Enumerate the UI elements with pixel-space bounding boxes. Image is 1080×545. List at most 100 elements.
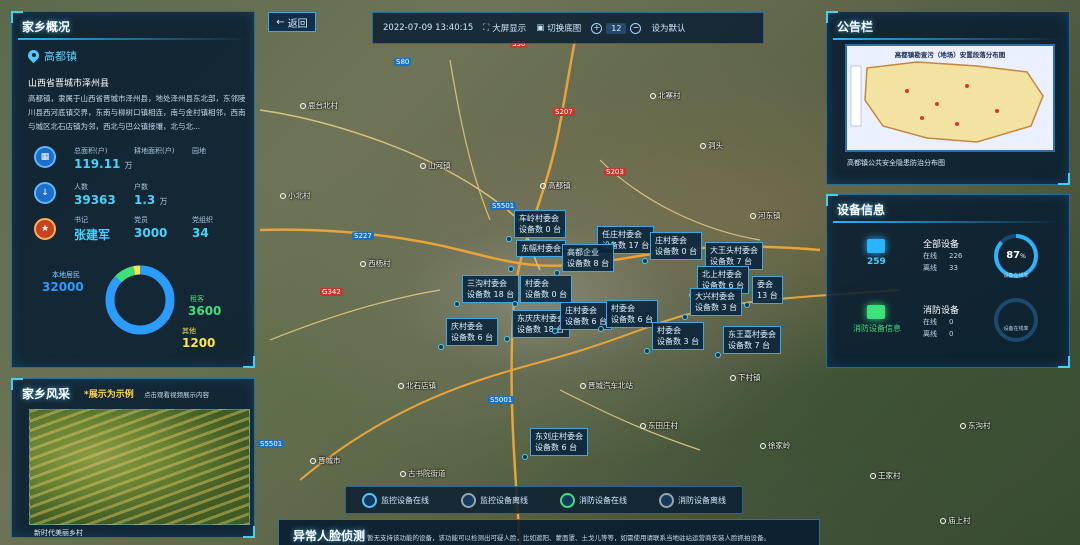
donut-value-other: 1200 bbox=[182, 336, 216, 350]
village-name: 高都企业 bbox=[567, 248, 599, 257]
legend-fire-offline[interactable]: 消防设备离线 bbox=[659, 492, 726, 508]
notice-map-image[interactable]: 高都镇勘查污（地场）安置段落分布图 bbox=[845, 44, 1055, 152]
arable-label: 耕地面积(户) bbox=[134, 147, 175, 155]
village-pin-icon[interactable] bbox=[552, 328, 558, 334]
village-name: 庄村委会 bbox=[565, 306, 597, 315]
fire-devices-label: 消防设备 bbox=[923, 306, 960, 316]
party-label: 党员 bbox=[134, 216, 148, 224]
village-pin-icon[interactable] bbox=[512, 301, 518, 307]
village-pin-icon[interactable] bbox=[504, 336, 510, 342]
village-marker[interactable]: 委会 13 台 bbox=[752, 276, 783, 304]
place-label: 西杨村 bbox=[360, 258, 391, 269]
village-marker[interactable]: 大兴村委会 设备数 3 台 bbox=[690, 288, 743, 316]
donut-value-local: 32000 bbox=[42, 280, 84, 294]
village-pin-icon[interactable] bbox=[438, 344, 444, 350]
road-label: S5501 bbox=[490, 202, 517, 210]
village-pin-icon[interactable] bbox=[598, 326, 604, 332]
fire-online-icon bbox=[560, 492, 575, 508]
village-device-count: 设备数 6 台 bbox=[611, 315, 654, 324]
back-button[interactable]: ← 返回 bbox=[268, 12, 316, 32]
village-device-count: 设备数 18 台 bbox=[467, 290, 515, 299]
video-hint: 点击观看视频展示内容 bbox=[144, 391, 209, 399]
village-pin-icon[interactable] bbox=[642, 258, 648, 264]
secretary-value: 张建军 bbox=[74, 228, 111, 242]
village-device-count: 设备数 0 台 bbox=[525, 290, 568, 299]
place-label: 北寨村 bbox=[650, 90, 681, 101]
place-label: 晋城市 bbox=[310, 455, 341, 466]
place-label: 东田庄村 bbox=[640, 420, 678, 431]
layers-icon: ▣ bbox=[536, 23, 545, 33]
village-marker[interactable]: 村委会 设备数 0 台 bbox=[520, 275, 573, 303]
building-icon: ▦ bbox=[34, 146, 56, 168]
village-marker[interactable]: 车岭村委会 设备数 0 台 bbox=[514, 210, 567, 238]
switch-basemap-button[interactable]: ▣ 切换底图 bbox=[536, 22, 581, 34]
village-pin-icon[interactable] bbox=[506, 236, 512, 242]
online-row: 在线 226 bbox=[923, 252, 963, 260]
area-label: 总面积(户) bbox=[74, 147, 108, 155]
village-pin-icon[interactable] bbox=[454, 301, 460, 307]
map-legend: 监控设备在线 监控设备离线 消防设备在线 消防设备离线 bbox=[345, 486, 743, 514]
place-label: 下村镇 bbox=[730, 372, 761, 383]
party-value: 3000 bbox=[134, 226, 168, 240]
town-name: 高都镇 bbox=[28, 48, 77, 64]
village-pin-icon[interactable] bbox=[522, 454, 528, 460]
zoom-in-button[interactable]: + bbox=[591, 22, 603, 34]
village-pin-icon[interactable] bbox=[644, 348, 650, 354]
map-toolbar: 2022-07-09 13:40:15 ⛶ 大屏显示 ▣ 切换底图 + 12 −… bbox=[372, 12, 764, 44]
place-label: 庙上村 bbox=[940, 515, 971, 526]
road-label: S207 bbox=[553, 108, 575, 116]
area-value: 119.11 万 bbox=[74, 157, 133, 171]
village-pin-icon[interactable] bbox=[744, 302, 750, 308]
panel-title: 设备信息 bbox=[837, 203, 886, 217]
set-default-button[interactable]: 设为默认 bbox=[651, 22, 685, 34]
legend-monitor-online[interactable]: 监控设备在线 bbox=[362, 492, 429, 508]
legend-monitor-offline[interactable]: 监控设备离线 bbox=[461, 492, 528, 508]
road-label: S227 bbox=[352, 232, 374, 240]
village-device-count: 设备数 3 台 bbox=[695, 303, 738, 312]
village-name: 委会 bbox=[757, 280, 773, 289]
road-label: S203 bbox=[604, 168, 626, 176]
village-photo[interactable] bbox=[29, 409, 250, 525]
camera-icon bbox=[867, 239, 885, 253]
place-label: 山河镇 bbox=[420, 160, 451, 171]
donut-value-rent: 3600 bbox=[188, 304, 222, 318]
village-marker[interactable]: 高都企业 设备数 8 台 bbox=[562, 244, 615, 272]
legend-fire-online[interactable]: 消防设备在线 bbox=[560, 492, 627, 508]
fullscreen-icon: ⛶ bbox=[483, 23, 490, 33]
place-label: 晋城汽车北站 bbox=[580, 380, 633, 391]
fire-offline-icon bbox=[659, 492, 674, 508]
fire-offline-row: 离线 0 bbox=[923, 330, 954, 338]
village-pin-icon[interactable] bbox=[715, 352, 721, 358]
face-detection-description: 暂无支持该功能的设备，该功能可以检测出可疑人脸，比如遮阳、蒙面罩、土戈儿等等，如… bbox=[367, 534, 770, 542]
village-marker[interactable]: 庄村委会 设备数 0 台 bbox=[650, 232, 703, 260]
village-marker[interactable]: 村委会 设备数 6 台 bbox=[606, 300, 659, 328]
road-label: S5001 bbox=[488, 396, 515, 404]
village-marker[interactable]: 庄村委会 设备数 6 台 bbox=[560, 302, 613, 330]
households-value: 1.3 万 bbox=[134, 193, 168, 207]
village-marker[interactable]: 东王嘉村委会 设备数 7 台 bbox=[723, 326, 781, 354]
zoom-control: + 12 − bbox=[591, 22, 642, 34]
fullscreen-button[interactable]: ⛶ 大屏显示 bbox=[483, 22, 526, 34]
village-marker[interactable]: 村委会 设备数 3 台 bbox=[652, 322, 705, 350]
download-icon: ↓ bbox=[34, 182, 56, 204]
zoom-out-button[interactable]: − bbox=[630, 22, 642, 34]
photo-caption: 新时代美丽乡村 bbox=[34, 529, 83, 537]
notice-map-shape bbox=[850, 61, 1044, 143]
home-style-panel: 家乡风采 *展示为示例 点击观看视频展示内容 新时代美丽乡村 bbox=[11, 378, 255, 538]
village-marker[interactable]: 庆村委会 设备数 6 台 bbox=[446, 318, 499, 346]
road-label: S5501 bbox=[258, 440, 285, 448]
village-marker[interactable]: 东幅村委会 bbox=[516, 240, 566, 257]
village-pin-icon[interactable] bbox=[508, 266, 514, 272]
village-name: 任庄村委会 bbox=[602, 230, 642, 239]
place-label: 北石店镇 bbox=[398, 380, 436, 391]
village-device-count: 设备数 6 台 bbox=[535, 443, 578, 452]
village-name: 三沟村委会 bbox=[467, 279, 507, 288]
all-devices-label: 全部设备 bbox=[923, 240, 960, 250]
device-info-panel: 设备信息 259 全部设备 在线 226 离线 33 87% 设备在线率 消防设备信… bbox=[826, 194, 1070, 368]
village-marker[interactable]: 东刘庄村委会 设备数 6 台 bbox=[530, 428, 588, 456]
village-pin-icon[interactable] bbox=[682, 314, 688, 320]
village-marker[interactable]: 三沟村委会设备数 18 台 bbox=[462, 275, 520, 303]
zoom-level: 12 bbox=[606, 22, 627, 34]
fire-device-info-link[interactable]: 消防设备信息 bbox=[853, 323, 901, 334]
village-name: 庆村委会 bbox=[451, 322, 483, 331]
